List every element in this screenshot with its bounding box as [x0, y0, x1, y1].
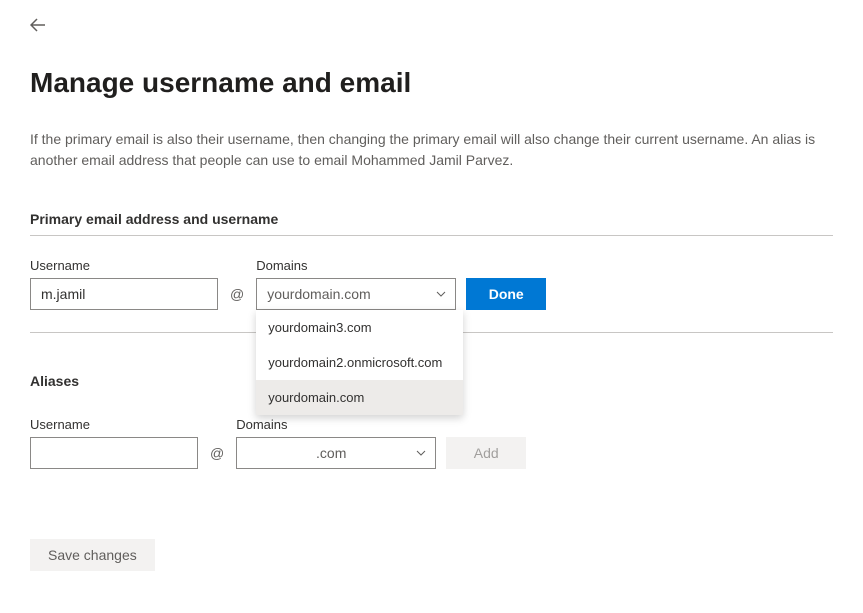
- alias-domain-group: Domains .com: [236, 417, 436, 469]
- save-changes-button[interactable]: Save changes: [30, 539, 155, 571]
- done-button[interactable]: Done: [466, 278, 546, 310]
- primary-domain-label: Domains: [256, 258, 456, 273]
- page-description: If the primary email is also their usern…: [30, 129, 833, 171]
- primary-field-row: Username @ Domains yourdomain.com yourdo…: [30, 258, 833, 310]
- chevron-down-icon: [435, 288, 447, 300]
- at-symbol: @: [228, 278, 246, 310]
- primary-username-group: Username: [30, 258, 218, 310]
- primary-username-label: Username: [30, 258, 218, 273]
- alias-username-group: Username: [30, 417, 198, 469]
- at-symbol: @: [208, 437, 226, 469]
- alias-domain-label: Domains: [236, 417, 436, 432]
- domain-option[interactable]: yourdomain3.com: [256, 310, 463, 345]
- domain-option[interactable]: yourdomain.com: [256, 380, 463, 415]
- primary-username-input[interactable]: [30, 278, 218, 310]
- footer-actions: Save changes: [30, 539, 833, 571]
- alias-domain-dropdown[interactable]: .com: [236, 437, 436, 469]
- domain-option[interactable]: yourdomain2.onmicrosoft.com: [256, 345, 463, 380]
- back-arrow-icon[interactable]: [30, 18, 46, 37]
- primary-section-heading: Primary email address and username: [30, 211, 833, 236]
- chevron-down-icon: [415, 447, 427, 459]
- domain-dropdown-list: yourdomain3.com yourdomain2.onmicrosoft.…: [256, 310, 463, 415]
- alias-field-row: Username @ Domains .com Add: [30, 417, 833, 469]
- alias-domain-text: .com: [247, 445, 415, 461]
- add-button[interactable]: Add: [446, 437, 526, 469]
- alias-username-label: Username: [30, 417, 198, 432]
- alias-username-input[interactable]: [30, 437, 198, 469]
- page-title: Manage username and email: [30, 67, 833, 99]
- primary-domain-group: Domains yourdomain.com yourdomain3.com y…: [256, 258, 456, 310]
- primary-domain-selected-text: yourdomain.com: [267, 286, 371, 302]
- primary-domain-dropdown[interactable]: yourdomain.com: [256, 278, 456, 310]
